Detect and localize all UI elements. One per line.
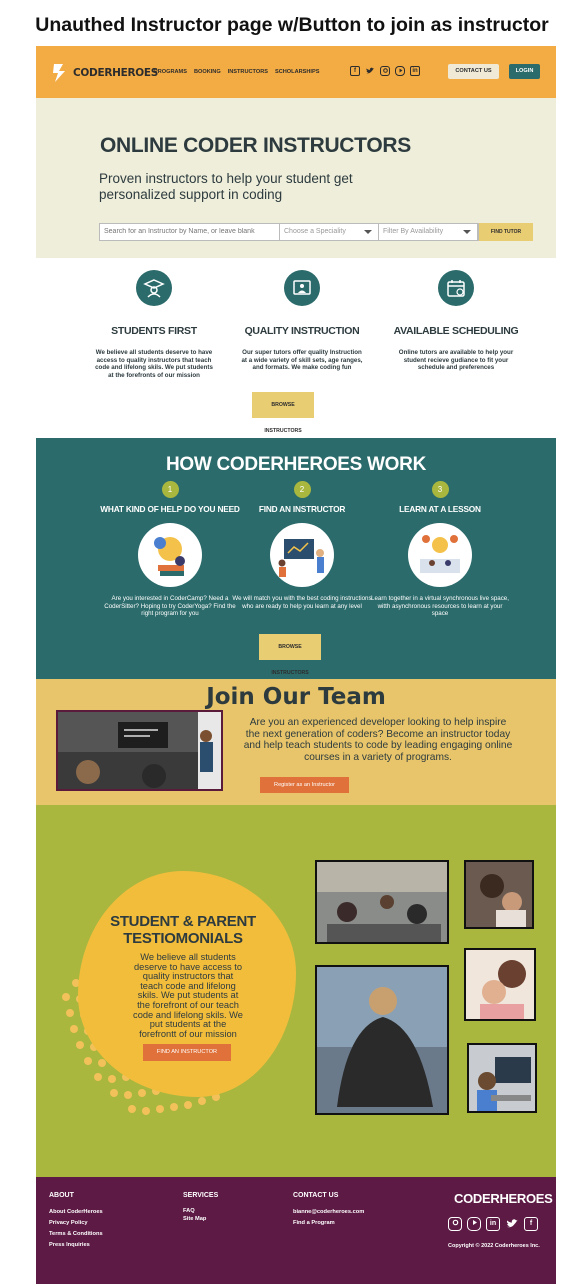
facebook-icon[interactable]: f bbox=[524, 1217, 538, 1231]
hero-title: ONLINE CODER INSTRUCTORS bbox=[100, 134, 411, 157]
login-button[interactable]: LOGIN bbox=[509, 64, 540, 79]
footer-link-faq[interactable]: FAQ bbox=[183, 1207, 218, 1215]
header-socials: f in bbox=[350, 66, 420, 76]
testimonial-photo-mother-daughter bbox=[464, 948, 536, 1021]
lightning-bolt-icon bbox=[53, 64, 65, 82]
testimonial-photo-classroom bbox=[315, 860, 449, 944]
footer-brand: CODERHEROES bbox=[454, 1191, 553, 1206]
how-it-works-section: HOW CODERHEROES WORK 1 WHAT KIND OF HELP… bbox=[36, 438, 556, 679]
twitter-icon[interactable] bbox=[365, 66, 375, 76]
main-nav: PROGRAMS BOOKING INSTRUCTORS SCHOLARSHIP… bbox=[154, 69, 319, 75]
footer-link-about[interactable]: About CoderHeroes bbox=[49, 1207, 103, 1218]
testimonials-title: STUDENT & PARENT TESTIOMONIALS bbox=[110, 913, 256, 947]
find-tutor-button[interactable]: FIND TUTOR bbox=[479, 223, 533, 241]
brand-name: CODERHEROES bbox=[73, 67, 159, 79]
footer-services-title: SERVICES bbox=[183, 1192, 219, 1199]
footer-link-sitemap[interactable]: Site Map bbox=[183, 1215, 218, 1223]
footer-copyright: Copyright © 2022 Coderheroes Inc. bbox=[448, 1243, 540, 1249]
join-text: Are you an experienced developer looking… bbox=[243, 717, 513, 763]
feature-title: AVAILABLE SCHEDULING bbox=[393, 325, 519, 337]
footer-services: SERVICES FAQ Site Map bbox=[183, 1192, 218, 1223]
instagram-icon[interactable] bbox=[448, 1217, 462, 1231]
website-mockup: CODERHEROES PROGRAMS BOOKING INSTRUCTORS… bbox=[36, 46, 556, 1284]
site-header: CODERHEROES PROGRAMS BOOKING INSTRUCTORS… bbox=[36, 46, 556, 98]
hero-section: ONLINE CODER INSTRUCTORS Proven instruct… bbox=[36, 98, 556, 258]
search-bar: Choose a Speciality Filter By Availabili… bbox=[99, 223, 479, 241]
youtube-icon[interactable] bbox=[467, 1217, 481, 1231]
find-instructor-button[interactable]: FIND AN INSTRUCTOR bbox=[143, 1044, 231, 1061]
join-team-section: Join Our Team Are you an experienced dev… bbox=[36, 679, 556, 805]
step-text: Learn together in a virtual synchronous … bbox=[371, 595, 509, 617]
footer-link-press[interactable]: Press Inquiries bbox=[49, 1240, 103, 1251]
footer-contact-email[interactable]: bianne@coderheroes.com bbox=[293, 1207, 364, 1218]
feature-title: QUALITY INSTRUCTION bbox=[244, 325, 360, 337]
step-3: 3 LEARN AT A LESSON Learn together in a … bbox=[370, 481, 510, 618]
page-heading: Unauthed Instructor page w/Button to joi… bbox=[35, 14, 549, 36]
step-title: WHAT KIND OF HELP DO YOU NEED bbox=[100, 504, 240, 514]
instructor-illustration bbox=[270, 523, 334, 587]
footer-about: ABOUT About CoderHeroes Privacy Policy T… bbox=[49, 1192, 103, 1251]
step-1: 1 WHAT KIND OF HELP DO YOU NEED Are you … bbox=[100, 481, 240, 618]
testimonial-photo-superhero-kid bbox=[315, 965, 449, 1115]
footer-link-terms[interactable]: Terms & Conditions bbox=[49, 1229, 103, 1240]
testimonials-section: STUDENT & PARENT TESTIOMONIALS We believ… bbox=[36, 805, 556, 1177]
feature-text: Online tutors are available to help your… bbox=[398, 349, 514, 371]
nav-programs[interactable]: PROGRAMS bbox=[154, 69, 187, 75]
calendar-icon bbox=[438, 270, 474, 306]
graduate-icon bbox=[136, 270, 172, 306]
footer-link-find-program[interactable]: Find a Program bbox=[293, 1218, 364, 1229]
help-illustration bbox=[138, 523, 202, 587]
step-number: 1 bbox=[161, 481, 179, 498]
feature-text: We believe all students deserve to have … bbox=[95, 349, 213, 379]
testimonial-photo-parent-child bbox=[464, 860, 534, 929]
step-title: LEARN AT A LESSON bbox=[399, 504, 481, 514]
feature-available-scheduling: AVAILABLE SCHEDULING Online tutors are a… bbox=[391, 270, 521, 372]
brand-logo[interactable]: CODERHEROES bbox=[50, 62, 158, 84]
availability-select[interactable]: Filter By Availability bbox=[379, 224, 478, 240]
testimonial-photo-kid-computer bbox=[467, 1043, 537, 1113]
classroom-photo bbox=[56, 710, 223, 791]
linkedin-icon[interactable]: in bbox=[486, 1217, 500, 1231]
features-section: STUDENTS FIRST We believe all students d… bbox=[36, 258, 556, 438]
feature-students-first: STUDENTS FIRST We believe all students d… bbox=[94, 270, 214, 379]
contact-us-button[interactable]: CONTACT US bbox=[448, 64, 499, 79]
step-number: 3 bbox=[431, 481, 449, 498]
speciality-select[interactable]: Choose a Speciality bbox=[280, 224, 379, 240]
browse-instructors-button-2[interactable]: BROWSE INSTRUCTORS bbox=[259, 634, 321, 676]
how-title: HOW CODERHEROES WORK bbox=[165, 454, 426, 475]
twitter-icon[interactable] bbox=[505, 1217, 519, 1231]
footer-link-privacy[interactable]: Privacy Policy bbox=[49, 1218, 103, 1229]
footer-socials: in f bbox=[448, 1217, 538, 1231]
facebook-icon[interactable]: f bbox=[350, 66, 360, 76]
step-2: 2 FIND AN INSTRUCTOR We will match you w… bbox=[232, 481, 372, 610]
nav-booking[interactable]: BOOKING bbox=[194, 69, 221, 75]
step-title: FIND AN INSTRUCTOR bbox=[258, 504, 346, 514]
presentation-icon bbox=[284, 270, 320, 306]
feature-quality-instruction: QUALITY INSTRUCTION Our super tutors off… bbox=[241, 270, 363, 372]
join-title: Join Our Team bbox=[206, 684, 386, 710]
instagram-icon[interactable] bbox=[380, 66, 390, 76]
register-instructor-button[interactable]: Register as an Instructor bbox=[260, 777, 349, 793]
hero-subtitle: Proven instructors to help your student … bbox=[99, 171, 353, 202]
browse-instructors-button[interactable]: BROWSE INSTRUCTORS bbox=[252, 392, 314, 434]
step-text: We will match you with the best coding i… bbox=[232, 595, 372, 610]
lesson-illustration bbox=[408, 523, 472, 587]
step-number: 2 bbox=[293, 481, 311, 498]
step-text: Are you interested in CoderCamp? Need a … bbox=[104, 595, 236, 617]
linkedin-icon[interactable]: in bbox=[410, 66, 420, 76]
footer-contact: CONTACT US bianne@coderheroes.com Find a… bbox=[293, 1192, 364, 1229]
footer-about-title: ABOUT bbox=[49, 1192, 74, 1199]
site-footer: ABOUT About CoderHeroes Privacy Policy T… bbox=[36, 1177, 556, 1284]
nav-instructors[interactable]: INSTRUCTORS bbox=[228, 69, 268, 75]
testimonials-text: We believe all students deserve to have … bbox=[133, 952, 243, 1039]
feature-text: Our super tutors offer quality Instructi… bbox=[241, 349, 363, 371]
footer-contact-title: CONTACT US bbox=[293, 1192, 339, 1199]
youtube-icon[interactable] bbox=[395, 66, 405, 76]
feature-title: STUDENTS FIRST bbox=[111, 325, 197, 337]
nav-scholarships[interactable]: SCHOLARSHIPS bbox=[275, 69, 319, 75]
instructor-search-input[interactable] bbox=[100, 224, 280, 240]
